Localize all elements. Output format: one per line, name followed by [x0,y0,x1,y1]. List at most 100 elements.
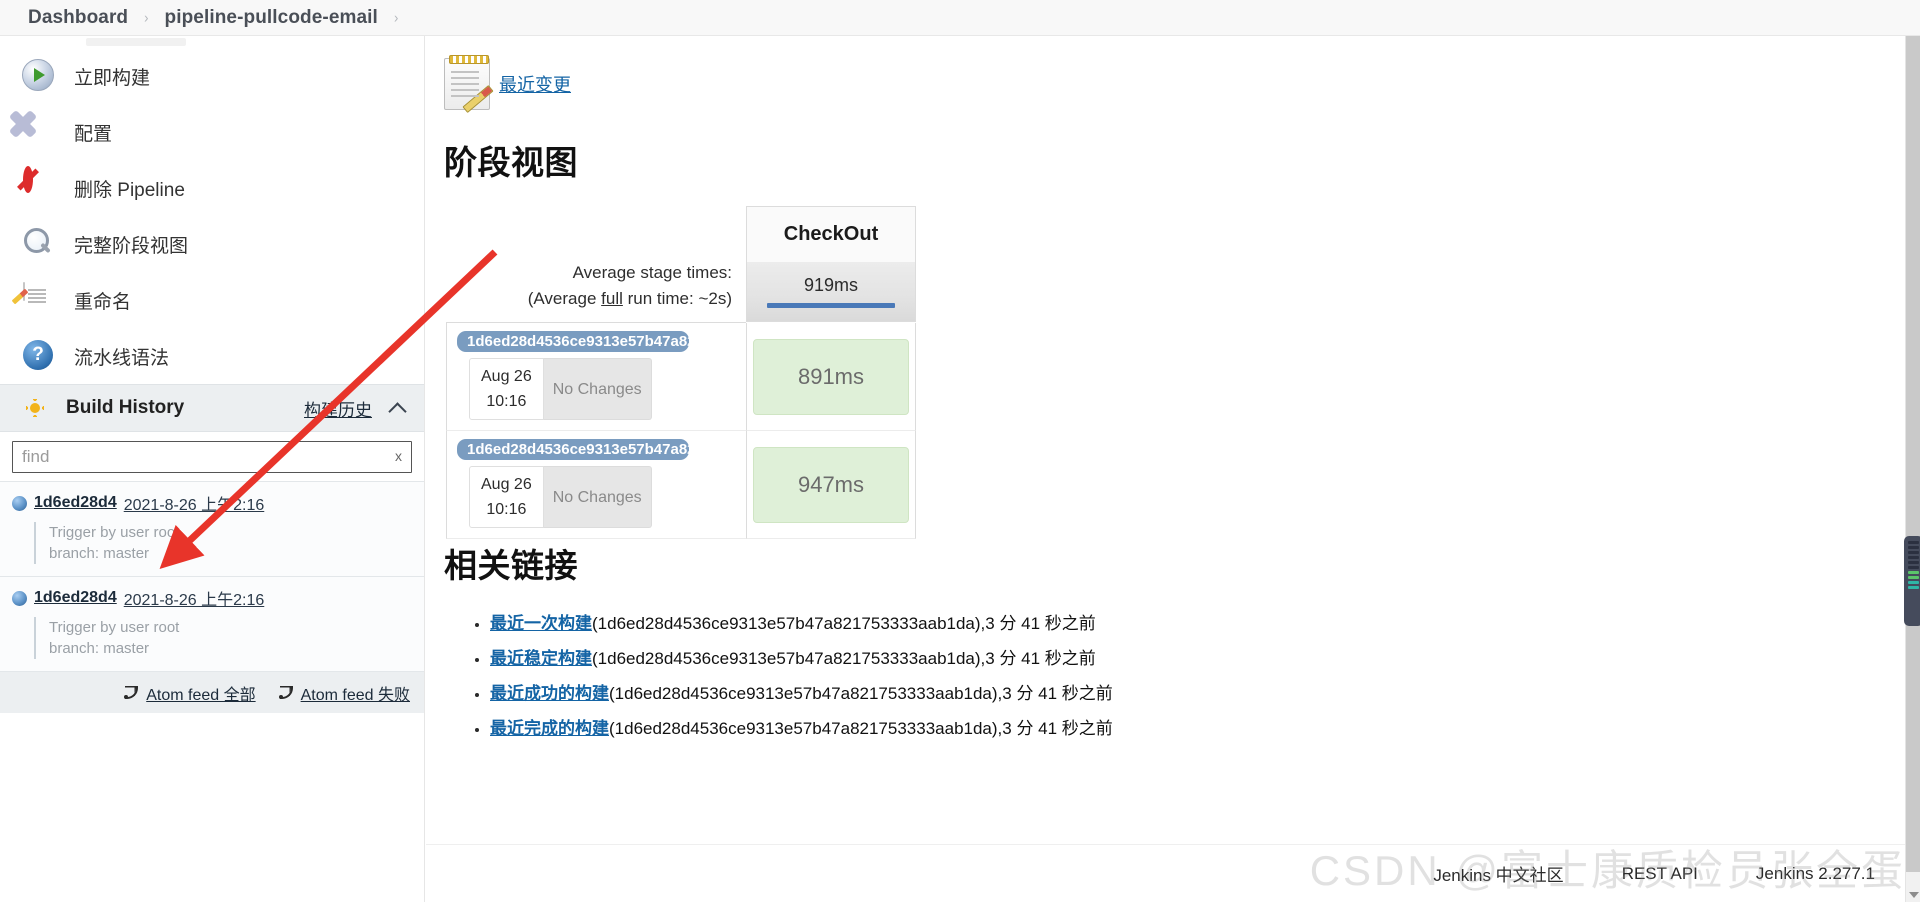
stage-run-cell: 891ms [746,323,916,431]
clear-find-icon[interactable]: x [395,448,402,464]
build-entry-header: 1d6ed28d4 2021-8-26 上午2:16 [12,491,412,515]
build-entry-date[interactable]: 2021-8-26 上午2:16 [124,586,265,610]
related-link[interactable]: 最近稳定构建 [490,649,592,668]
run-commit-sha[interactable]: 1d6ed28d4536ce9313e57b47a821753333aab1da [457,331,689,352]
sidebar-item-label: 立即构建 [74,67,151,89]
run-date: Aug 26 [481,476,532,493]
build-entry-meta: Trigger by user root branch: master [34,617,412,659]
stage-average-duration: 919ms [803,275,859,295]
footer-version: Jenkins 2.277.1 [1755,863,1875,883]
main-content: 最近变更 阶段视图 Average stage times: (Average … [426,36,1905,902]
clipped-placeholder-icon [86,38,186,46]
breadcrumb-dropdown-icon[interactable]: › [394,9,398,26]
run-chips: Aug 26 10:16 No Changes [469,358,746,420]
gear-icon [22,115,56,149]
sidebar: 立即构建 配置 删除 Pipeline 完整阶段视图 重命名 ? 流水线语法 B… [0,36,425,902]
sidebar-item-full-stage-view[interactable]: 完整阶段视图 [0,216,424,272]
recent-changes-row[interactable]: 最近变更 [444,55,1905,113]
build-entry-header: 1d6ed28d4 2021-8-26 上午2:16 [12,586,412,610]
run-changes-chip[interactable]: No Changes [543,358,652,420]
rss-icon [123,685,139,700]
sidebar-item-label: 流水线语法 [74,347,170,369]
sidebar-item-pipeline-syntax[interactable]: ? 流水线语法 [0,328,424,384]
build-entry-id[interactable]: 1d6ed28d4 [34,494,117,512]
average-full-run-label: (Average full run time: ~2s) [527,289,732,308]
scrollbar-track[interactable] [1906,36,1920,872]
weather-sun-icon [26,399,44,417]
stage-duration-box[interactable]: 891ms [753,338,909,415]
run-date-chip[interactable]: Aug 26 10:16 [469,358,544,420]
notepad-pencil-icon [444,55,494,113]
rename-icon [22,282,56,317]
run-time: 10:16 [486,501,527,518]
build-entry-branch: branch: master [49,640,150,657]
related-link-detail: (1d6ed28d4536ce9313e57b47a821753333aab1d… [609,719,1113,738]
footer-community-link[interactable]: Jenkins 中文社区 [1433,861,1563,886]
stage-duration-box[interactable]: 947ms [753,446,909,523]
stage-column-average-cell: 919ms [746,262,916,322]
list-item: 最近一次构建(1d6ed28d4536ce9313e57b47a82175333… [490,609,1905,634]
build-history-entry[interactable]: 1d6ed28d4 2021-8-26 上午2:16 Trigger by us… [0,481,424,576]
stage-run-cell: 947ms [746,431,916,539]
stage-view-table: Average stage times: (Average full run t… [446,206,916,539]
related-link[interactable]: 最近成功的构建 [490,684,609,703]
sidebar-item-label: 配置 [74,123,113,145]
related-links-list: 最近一次构建 (1d6ed28d4536ce9313e57b47a82175333… [444,609,1905,739]
sidebar-item-label: 重命名 [74,291,132,313]
page-footer: Jenkins 中文社区 REST API Jenkins 2.277.1 [426,844,1905,902]
average-stage-times-label: Average stage times: [572,263,732,282]
scrollbar-down-arrow-icon[interactable] [1909,892,1919,898]
sidebar-item-label: 完整阶段视图 [74,235,189,257]
stage-column-header[interactable]: CheckOut [746,206,916,262]
sidebar-item-label: 删除 Pipeline [74,179,185,201]
build-entry-branch: branch: master [49,545,150,562]
chevron-up-icon[interactable] [390,400,406,416]
build-entry-date[interactable]: 2021-8-26 上午2:16 [124,491,265,515]
sidebar-item-delete-pipeline[interactable]: 删除 Pipeline [0,160,424,216]
vertical-scrollbar[interactable] [1904,36,1920,902]
build-history-find-wrapper: x [0,432,424,481]
atom-feed-failed-link[interactable]: Atom feed 失败 [278,681,410,705]
build-history-find-input[interactable] [12,441,412,473]
run-changes-chip[interactable]: No Changes [543,466,652,528]
build-entry-meta: Trigger by user root branch: master [34,522,412,564]
stage-view-heading: 阶段视图 [444,144,578,181]
build-status-ball-icon [12,495,27,511]
breadcrumb-item-pipeline[interactable]: pipeline-pullcode-email [164,7,377,29]
stage-run-info: 1d6ed28d4536ce9313e57b47a821753333aab1da… [446,323,746,431]
sidebar-item-clipped[interactable] [0,38,424,48]
breadcrumb-item-dashboard[interactable]: Dashboard [28,7,128,29]
build-history-zh-link[interactable]: 构建历史 [304,396,372,421]
run-date-chip[interactable]: Aug 26 10:16 [469,466,544,528]
build-history-header[interactable]: Build History 构建历史 [0,384,424,432]
sidebar-item-rename[interactable]: 重命名 [0,272,424,328]
stage-column-checkout: CheckOut 919ms [746,206,916,323]
help-icon: ? [22,339,56,373]
related-links-heading: 相关链接 [444,547,578,584]
atom-feed-all-link[interactable]: Atom feed 全部 [123,681,256,705]
build-entry-trigger: Trigger by user root [49,524,180,541]
run-chips: Aug 26 10:16 No Changes [469,466,746,528]
list-item: 最近完成的构建(1d6ed28d4536ce9313e57b47a8217533… [490,714,1905,739]
scrollbar-overlay-widget-icon [1904,536,1920,626]
breadcrumb-separator-icon: › [144,8,149,27]
stage-run-info: 1d6ed28d4536ce9313e57b47a821753333aab1da… [446,431,746,539]
recent-changes-link[interactable]: 最近变更 [499,71,571,97]
sidebar-item-build-now[interactable]: 立即构建 [0,48,424,104]
build-history-entry[interactable]: 1d6ed28d4 2021-8-26 上午2:16 Trigger by us… [0,576,424,671]
sidebar-task-list: 立即构建 配置 删除 Pipeline 完整阶段视图 重命名 ? 流水线语法 [0,36,424,384]
related-link[interactable]: 最近一次构建 [490,614,592,633]
related-link[interactable]: 最近完成的构建 [490,719,609,738]
delete-icon [22,166,56,205]
build-status-ball-icon [12,590,27,606]
footer-rest-api-link[interactable]: REST API [1622,864,1698,884]
run-commit-sha[interactable]: 1d6ed28d4536ce9313e57b47a821753333aab1da [457,439,689,460]
breadcrumb: Dashboard › pipeline-pullcode-email › [0,0,1920,36]
sidebar-item-configure[interactable]: 配置 [0,104,424,160]
stage-average-bar [767,303,895,308]
stage-view-grid: Average stage times: (Average full run t… [446,206,916,539]
build-entry-id[interactable]: 1d6ed28d4 [34,589,117,607]
atom-feed-all-label: Atom feed 全部 [146,686,256,704]
sidebar-spacer [0,713,424,773]
list-item: 最近成功的构建(1d6ed28d4536ce9313e57b47a8217533… [490,679,1905,704]
